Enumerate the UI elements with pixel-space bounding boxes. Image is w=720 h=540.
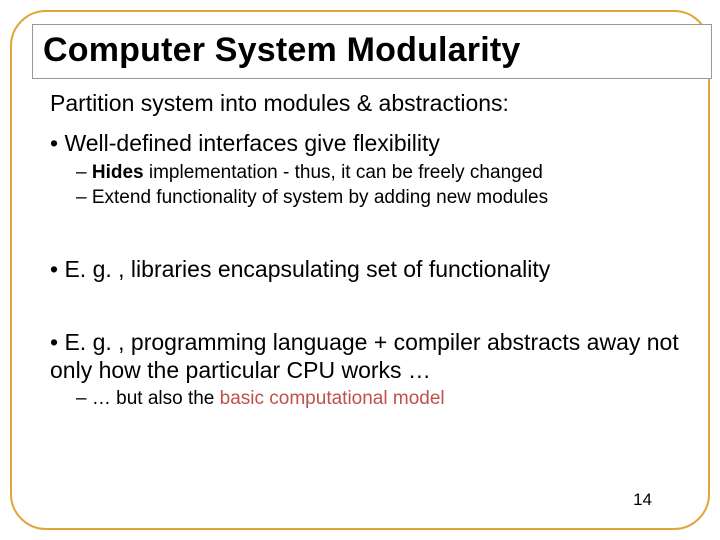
subbullet-extend: Extend functionality of system by adding… — [76, 187, 704, 210]
bullet-compiler: E. g. , programming language + compiler … — [50, 329, 704, 384]
subtitle-text: Partition system into modules & abstract… — [50, 90, 704, 116]
slide-title: Computer System Modularity — [43, 31, 701, 70]
page-number: 14 — [633, 490, 652, 510]
slide-content: Partition system into modules & abstract… — [50, 90, 704, 413]
hides-strong: Hides — [92, 162, 144, 183]
model-accent: basic computational model — [220, 388, 445, 409]
slide-frame: Computer System Modularity Partition sys… — [10, 10, 710, 530]
subbullet-hides: Hides implementation - thus, it can be f… — [76, 162, 704, 185]
model-pre: … but also the — [92, 388, 220, 409]
bullet-libraries: E. g. , libraries encapsulating set of f… — [50, 256, 704, 284]
bullet-interfaces: Well-defined interfaces give flexibility — [50, 130, 704, 158]
title-box: Computer System Modularity — [32, 24, 712, 79]
hides-rest: implementation - thus, it can be freely … — [144, 162, 543, 183]
subbullet-model: … but also the basic computational model — [76, 388, 704, 411]
